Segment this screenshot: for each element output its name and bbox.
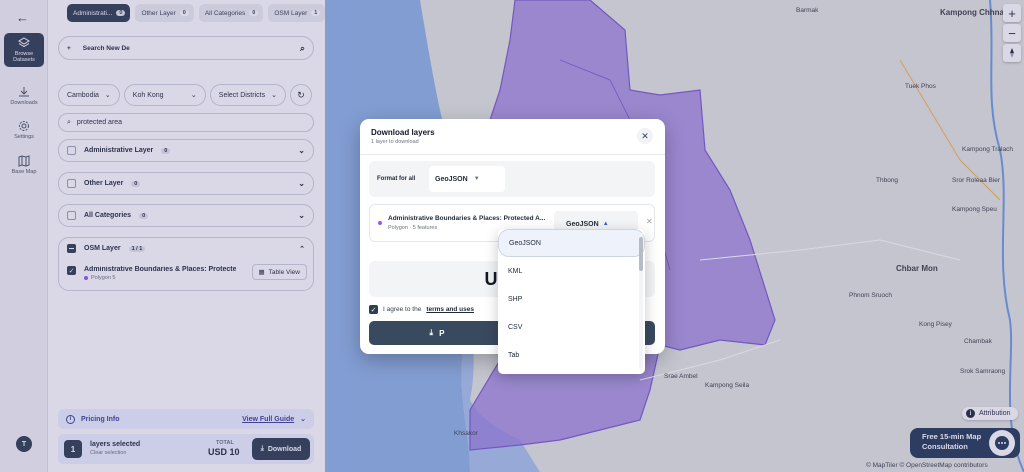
download-icon: ⤓ xyxy=(429,328,434,337)
caret-up-icon: ▲ xyxy=(602,221,609,227)
layer-name: Administrative Boundaries & Places: Prot… xyxy=(388,215,546,222)
caret-down-icon: ▼ xyxy=(473,176,480,182)
modal-download-label: P xyxy=(439,328,445,338)
layer-format-value: GeoJSON xyxy=(566,220,599,228)
close-button[interactable]: ✕ xyxy=(637,128,653,144)
format-for-all-select[interactable]: GeoJSON ▼ xyxy=(429,166,505,192)
dropdown-scrollbar-thumb[interactable] xyxy=(639,237,643,271)
format-option-csv[interactable]: CSV xyxy=(498,313,645,341)
layer-color-dot xyxy=(378,221,382,225)
format-for-all-value: GeoJSON xyxy=(435,175,468,183)
format-for-all-label: Format for all xyxy=(377,176,416,182)
format-dropdown-list: GeoJSON KML SHP CSV Tab xyxy=(498,229,645,374)
modal-title: Download layers xyxy=(371,128,435,137)
format-option-geojson[interactable]: GeoJSON xyxy=(498,229,645,257)
agree-prefix: I agree to the xyxy=(383,306,422,313)
terms-agreement[interactable]: ✓ I agree to the terms and uses xyxy=(369,305,474,314)
format-option-kml[interactable]: KML xyxy=(498,257,645,285)
format-option-shp[interactable]: SHP xyxy=(498,285,645,313)
terms-link[interactable]: terms and uses xyxy=(426,306,474,313)
format-option-tab[interactable]: Tab xyxy=(498,341,645,369)
close-icon: ✕ xyxy=(641,130,649,141)
modal-subtitle: 1 layer to download xyxy=(371,139,419,145)
layer-meta: Polygon · 5 features xyxy=(388,225,438,231)
terms-checkbox[interactable]: ✓ xyxy=(369,305,378,314)
modal-divider xyxy=(360,154,665,155)
remove-layer-icon[interactable]: ✕ xyxy=(646,217,653,226)
format-for-all-row: Format for all GeoJSON ▼ xyxy=(369,161,655,197)
